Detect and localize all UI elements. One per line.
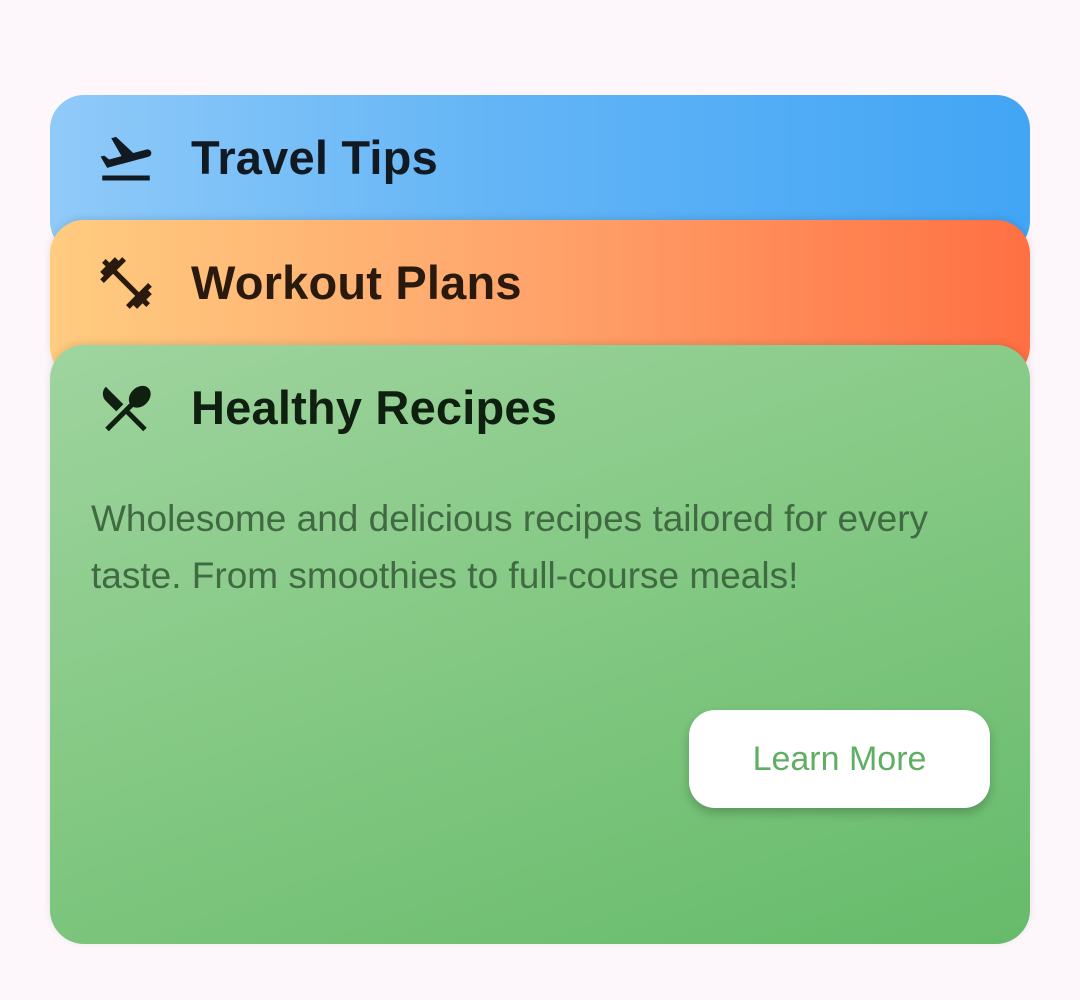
card-title: Travel Tips bbox=[191, 131, 438, 184]
card-healthy-recipes[interactable]: Healthy Recipes Wholesome and delicious … bbox=[50, 345, 1030, 944]
card-stack: Travel Tips Workout Plans Healthy Recipe… bbox=[0, 0, 1080, 1000]
restaurant-icon bbox=[94, 376, 158, 440]
card-header: Workout Plans bbox=[50, 220, 1030, 345]
card-header: Healthy Recipes bbox=[50, 345, 1030, 470]
card-header: Travel Tips bbox=[50, 95, 1030, 220]
dumbbell-icon bbox=[94, 251, 158, 315]
card-title: Workout Plans bbox=[191, 256, 522, 309]
learn-more-button[interactable]: Learn More bbox=[689, 710, 990, 808]
flight-takeoff-icon bbox=[94, 126, 158, 190]
card-title: Healthy Recipes bbox=[191, 381, 558, 434]
card-description: Wholesome and delicious recipes tailored… bbox=[91, 498, 929, 596]
